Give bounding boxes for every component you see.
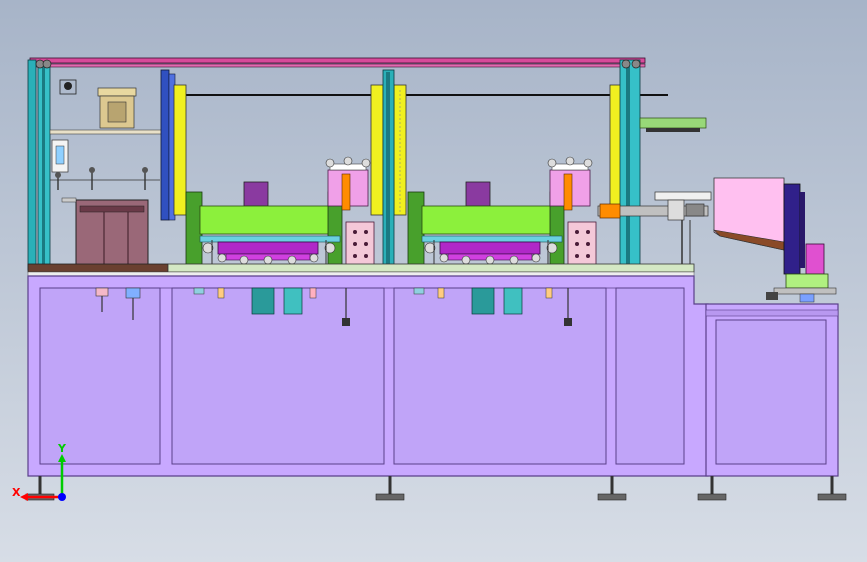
main-frame xyxy=(27,275,709,477)
machine-front-view-drawing: X Y xyxy=(12,57,847,501)
foot-3 xyxy=(597,476,627,501)
blue-vertical-post xyxy=(160,69,176,221)
right-column xyxy=(619,59,641,271)
table-top xyxy=(27,263,695,277)
cad-viewport[interactable]: X Y xyxy=(0,0,867,562)
axis-x-arrowhead xyxy=(20,493,28,501)
left-clamps xyxy=(55,167,148,190)
station-1 xyxy=(185,156,375,270)
axis-x-label: X xyxy=(12,486,21,499)
foot-4 xyxy=(697,476,727,501)
left-feeder-box xyxy=(61,197,149,271)
yellow-guard-left xyxy=(173,84,187,216)
yellow-guard-mid-a xyxy=(370,84,384,216)
foot-5 xyxy=(817,476,847,501)
left-sensor-module xyxy=(51,139,69,173)
left-column xyxy=(27,59,52,271)
center-column xyxy=(382,69,395,271)
foot-2 xyxy=(375,476,405,501)
axis-z-origin xyxy=(58,493,66,501)
yellow-guard-mid-b xyxy=(393,84,407,216)
station-2 xyxy=(407,156,597,270)
right-hopper xyxy=(713,177,837,303)
axis-y-label: Y xyxy=(57,442,67,455)
right-frame xyxy=(705,303,839,477)
leveling-feet xyxy=(25,476,847,501)
